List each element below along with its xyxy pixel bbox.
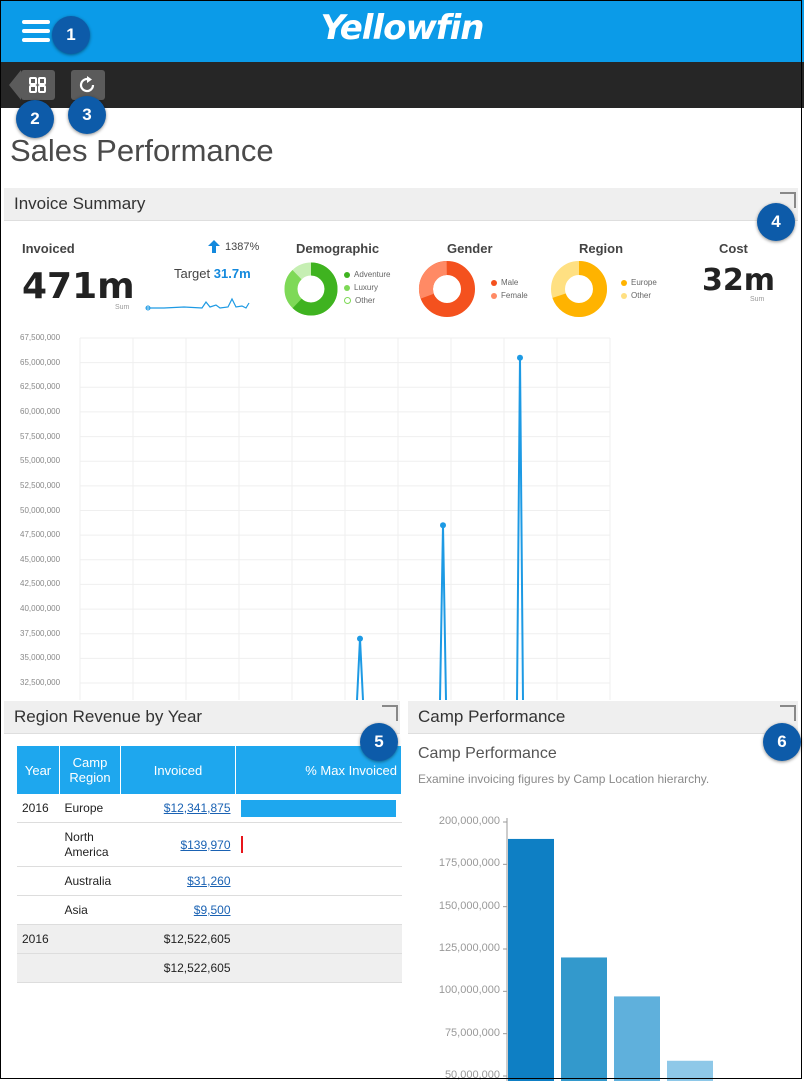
bar[interactable]	[561, 957, 607, 1081]
callout-badge-3: 3	[68, 96, 106, 134]
callout-badge-6: 6	[763, 723, 801, 761]
callout-badge-5: 5	[360, 723, 398, 761]
bar[interactable]	[614, 996, 660, 1081]
bar[interactable]	[667, 1060, 713, 1081]
callout-badge-1: 1	[52, 16, 90, 54]
callout-badge-2: 2	[16, 100, 54, 138]
bar[interactable]	[508, 838, 554, 1081]
callout-badge-4: 4	[757, 203, 795, 241]
camp-chart	[503, 818, 713, 1081]
